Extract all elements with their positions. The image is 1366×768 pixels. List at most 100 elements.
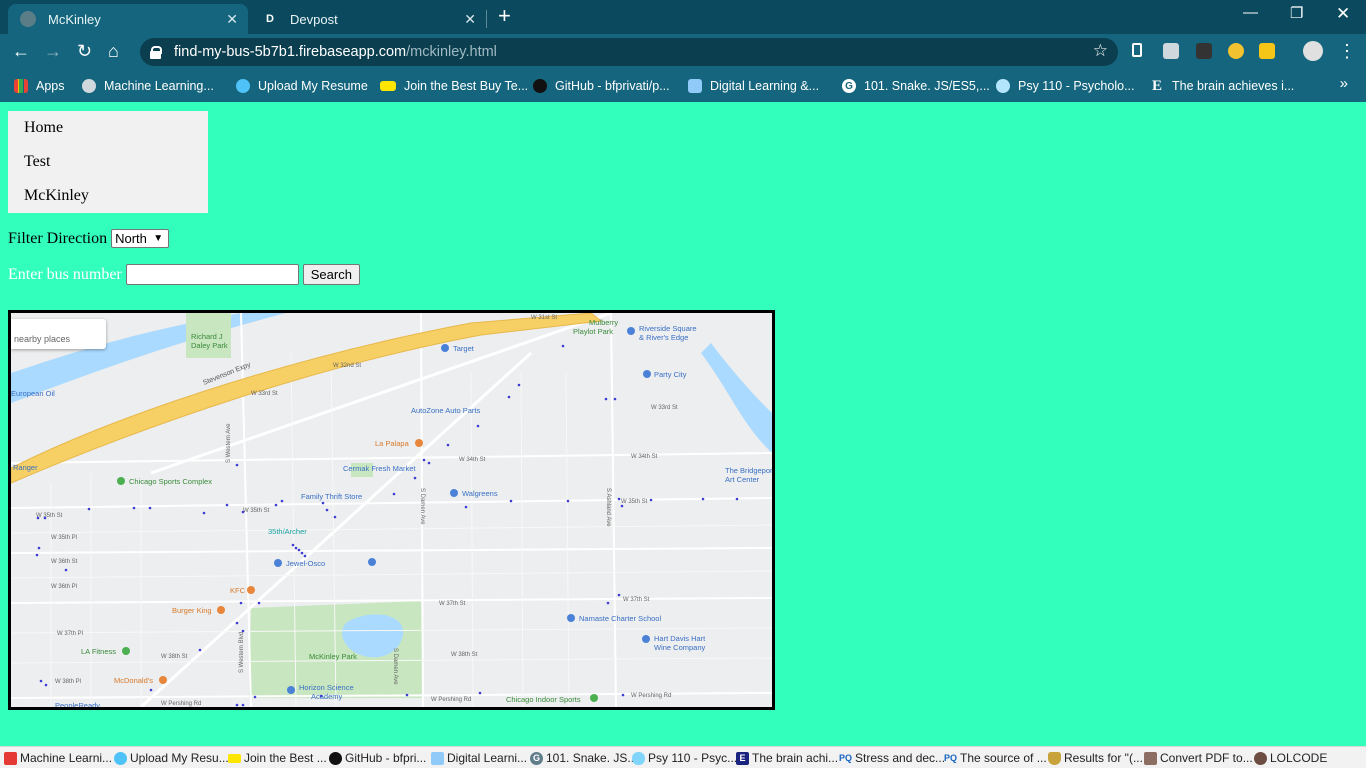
bookmark-item[interactable]: GitHub - bfpri... bbox=[329, 750, 426, 766]
bus-number-input[interactable] bbox=[125, 264, 299, 285]
bookmark-item[interactable]: PQ The source of ... bbox=[944, 750, 1047, 766]
close-window-icon[interactable]: ✕ bbox=[1336, 4, 1350, 24]
poi-marker bbox=[567, 614, 575, 622]
bus-number-label: Enter bus number bbox=[8, 265, 122, 283]
minimize-icon[interactable]: — bbox=[1243, 4, 1258, 21]
nav-mckinley[interactable]: McKinley bbox=[8, 179, 208, 213]
e-icon: E bbox=[736, 751, 749, 765]
close-tab-icon[interactable]: ✕ bbox=[226, 11, 238, 28]
tab-divider bbox=[486, 10, 487, 28]
direction-select[interactable]: North ▼ bbox=[111, 229, 170, 248]
poi-label: Target bbox=[453, 344, 475, 353]
bus-map[interactable]: Stevenson Expy W 35th St W 35th St W 35t… bbox=[8, 310, 775, 710]
bookmark-item[interactable]: E The brain achieves i... bbox=[1150, 76, 1294, 96]
extension-icon[interactable] bbox=[1196, 43, 1212, 59]
street-label: W 38th Pl bbox=[55, 679, 81, 685]
back-icon[interactable]: ← bbox=[12, 41, 30, 61]
bookmark-item[interactable]: Join the Best ... bbox=[228, 750, 327, 766]
g-icon: G bbox=[530, 751, 543, 765]
github-icon bbox=[329, 751, 342, 765]
map-search-box[interactable]: nearby places bbox=[11, 319, 106, 349]
pq-icon: PQ bbox=[839, 753, 853, 763]
tag-icon bbox=[228, 753, 241, 763]
close-tab-icon[interactable]: ✕ bbox=[464, 11, 476, 28]
bookmark-item[interactable]: Digital Learni... bbox=[431, 750, 527, 766]
street-label: W 36th Pl bbox=[51, 584, 77, 590]
restore-icon[interactable]: ❐ bbox=[1290, 4, 1303, 22]
forward-icon[interactable]: → bbox=[44, 41, 62, 61]
home-icon[interactable]: ⌂ bbox=[108, 41, 119, 61]
street-label: S Western Blvd bbox=[239, 632, 245, 673]
poi-label: McKinley Park bbox=[309, 652, 357, 661]
cloud-icon bbox=[632, 751, 645, 765]
filter-direction-row: Filter Direction North ▼ bbox=[8, 229, 170, 248]
avatar[interactable] bbox=[1303, 41, 1323, 61]
poi-label: 35th/Archer bbox=[268, 527, 307, 536]
bookmark-item[interactable]: Psy 110 - Psycholo... bbox=[996, 76, 1135, 96]
bookmark-apps[interactable]: Apps bbox=[14, 76, 65, 96]
poi-marker bbox=[247, 586, 255, 594]
poi-label: Chicago Indoor Sports bbox=[506, 695, 581, 704]
apps-grid-icon bbox=[14, 79, 28, 93]
street-label: W 37th St bbox=[439, 601, 466, 607]
bookmark-item[interactable]: PQ Stress and dec... bbox=[839, 750, 945, 766]
nav-home[interactable]: Home bbox=[8, 111, 208, 145]
tab-mckinley[interactable]: McKinley ✕ bbox=[8, 4, 248, 34]
poi-label: Burger King bbox=[172, 606, 212, 615]
bookmarks-bar: Apps Machine Learning... Upload My Resum… bbox=[0, 70, 1366, 102]
bookmark-item[interactable]: Psy 110 - Psyc... bbox=[632, 750, 737, 766]
street-label: S Damen Ave bbox=[419, 488, 425, 525]
poi-label: Jewel-Osco bbox=[286, 559, 325, 568]
poi-marker bbox=[117, 477, 125, 485]
poi-label: PeopleReady bbox=[55, 701, 100, 707]
poi-label: KFC bbox=[230, 586, 246, 595]
poi-marker bbox=[217, 606, 225, 614]
bookmark-star-icon[interactable]: ☆ bbox=[1093, 41, 1108, 61]
street-label: W 35th St bbox=[621, 499, 648, 505]
pdf-icon bbox=[1144, 751, 1157, 765]
bookmark-item[interactable]: Machine Learni... bbox=[4, 750, 112, 766]
search-button[interactable]: Search bbox=[302, 264, 360, 285]
sticky-note-icon[interactable] bbox=[1259, 43, 1275, 59]
bookmark-item[interactable]: G 101. Snake. JS/ES5,... bbox=[842, 76, 990, 96]
street-label: W 33rd St bbox=[251, 391, 278, 397]
bookmark-item[interactable]: Convert PDF to... bbox=[1144, 750, 1253, 766]
street-label: W Pershing Rd bbox=[431, 697, 471, 703]
reload-icon[interactable]: ↻ bbox=[77, 41, 92, 61]
nav-test[interactable]: Test bbox=[8, 145, 208, 179]
bookmark-item[interactable]: E The brain achi... bbox=[736, 750, 838, 766]
poi-label: The Bridgeport bbox=[725, 466, 772, 475]
bookmark-item[interactable]: Digital Learning &... bbox=[688, 76, 819, 96]
poi-label: Party City bbox=[654, 370, 687, 379]
bookmark-item[interactable]: Upload My Resume bbox=[236, 76, 368, 96]
poi-marker bbox=[643, 370, 651, 378]
poi-label: Art Center bbox=[725, 475, 760, 484]
digital-learning-icon bbox=[431, 751, 444, 765]
street-label: W 33rd St bbox=[651, 405, 678, 411]
bookmark-item[interactable]: Machine Learning... bbox=[82, 76, 214, 96]
globe-icon bbox=[82, 79, 96, 93]
bookmark-item[interactable]: Join the Best Buy Te... bbox=[380, 76, 528, 96]
bookmark-item[interactable]: Results for "(... bbox=[1048, 750, 1143, 766]
street-label: W 32nd St bbox=[333, 363, 361, 369]
street-label: W 38th St bbox=[161, 654, 188, 660]
camera-icon[interactable] bbox=[1163, 43, 1179, 59]
tab-devpost[interactable]: D Devpost ✕ bbox=[250, 4, 486, 34]
bookmark-item[interactable]: GitHub - bfprivati/p... bbox=[533, 76, 670, 96]
tab-title: McKinley bbox=[48, 11, 101, 27]
map-canvas[interactable]: Stevenson Expy W 35th St W 35th St W 35t… bbox=[11, 313, 772, 707]
new-tab-icon[interactable]: + bbox=[498, 5, 511, 27]
pq-icon: PQ bbox=[944, 753, 958, 763]
extension-icon[interactable] bbox=[1228, 43, 1244, 59]
poi-label: Cermak Fresh Market bbox=[343, 464, 416, 473]
bookmark-icon[interactable] bbox=[1132, 43, 1142, 57]
bookmark-item[interactable]: Upload My Resu... bbox=[114, 750, 229, 766]
more-bookmarks-icon[interactable]: » bbox=[1340, 75, 1348, 92]
globe-icon bbox=[20, 11, 36, 27]
page-nav: Home Test McKinley bbox=[8, 111, 208, 213]
address-bar[interactable]: find-my-bus-5b7b1.firebaseapp.com/mckinl… bbox=[140, 38, 1118, 66]
bookmark-item[interactable]: G 101. Snake. JS... bbox=[530, 750, 637, 766]
poi-label: Academy bbox=[311, 692, 343, 701]
bookmark-item[interactable]: LOLCODE bbox=[1254, 750, 1327, 766]
menu-icon[interactable]: ⋮ bbox=[1338, 41, 1356, 61]
